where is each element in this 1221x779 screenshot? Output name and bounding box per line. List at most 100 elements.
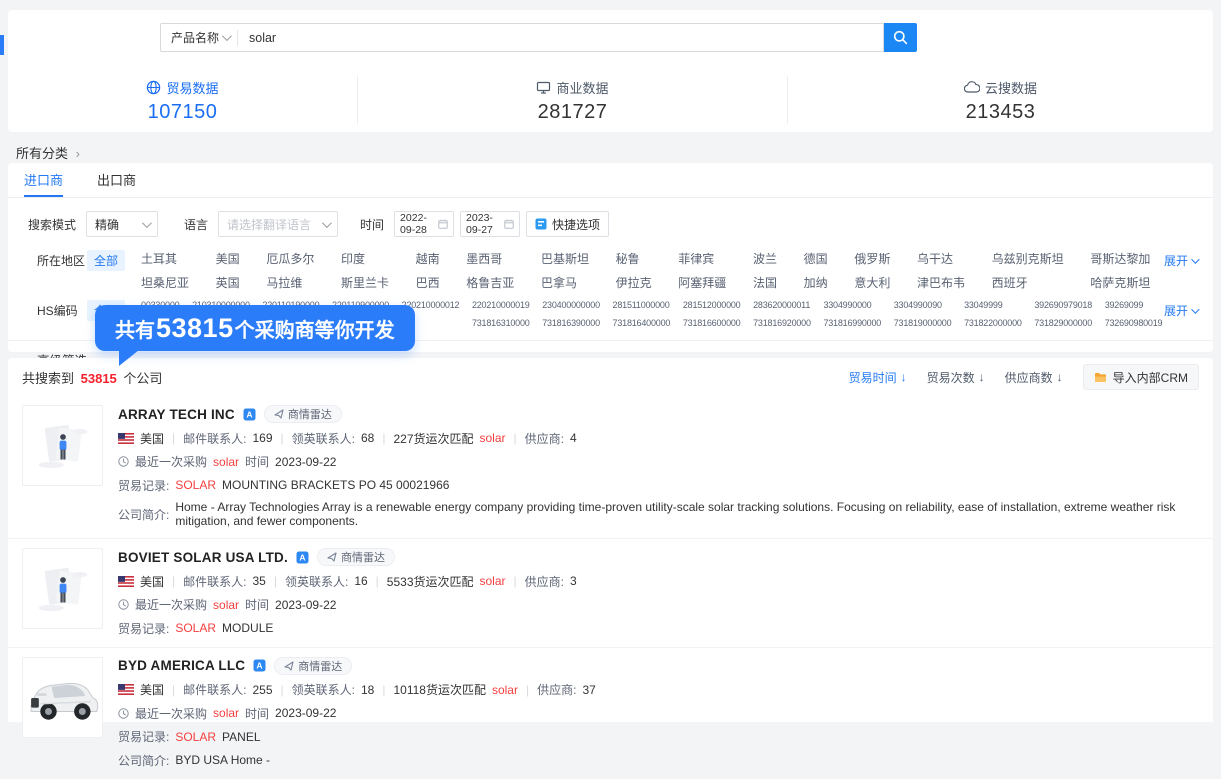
search-stats-panel: 产品名称 solar 贸易数据 107150 [8, 10, 1213, 132]
company-name-link[interactable]: BOVIET SOLAR USA LTD. [118, 550, 288, 565]
linkedin-contacts-value: 16 [354, 574, 367, 588]
search-input[interactable]: solar [238, 31, 276, 45]
region-all-chip[interactable]: 全部 [87, 250, 125, 271]
search-icon [893, 30, 908, 45]
region-option[interactable]: 巴西 [416, 274, 457, 291]
hs-code-option[interactable]: 3304990090 [894, 300, 956, 310]
company-name-link[interactable]: BYD AMERICA LLC [118, 658, 245, 673]
region-option[interactable]: 西班牙 [992, 274, 1081, 291]
search-input-group[interactable]: 产品名称 solar [160, 23, 884, 52]
search-mode-select[interactable]: 精确 [86, 211, 158, 237]
business-radar-tag[interactable]: 商情雷达 [274, 657, 352, 675]
region-option[interactable]: 德国 [804, 250, 845, 267]
region-option[interactable]: 秘鲁 [616, 250, 669, 267]
hs-code-option[interactable]: 731816600000 [683, 318, 745, 328]
hs-code-option[interactable]: 39269099 [1105, 300, 1167, 310]
region-option[interactable]: 巴拿马 [541, 274, 606, 291]
search-button[interactable] [884, 23, 917, 52]
company-thumbnail[interactable] [22, 548, 103, 629]
region-option[interactable]: 法国 [753, 274, 794, 291]
stat-cloud-search-data[interactable]: 云搜数据 213453 [788, 76, 1213, 124]
hs-code-option[interactable]: 220210000019 [472, 300, 534, 310]
clock-icon [118, 708, 129, 719]
company-intro-label: 公司简介: [118, 752, 169, 769]
hs-expand-link[interactable]: 展开 [1164, 302, 1197, 319]
sort-item[interactable]: 贸易时间↓ [849, 369, 907, 386]
quick-options-button[interactable]: 快捷选项 [526, 211, 609, 237]
region-option[interactable]: 马拉维 [266, 274, 331, 291]
hs-code-option[interactable]: 732690980019 [1105, 318, 1167, 328]
company-thumbnail[interactable] [22, 405, 103, 486]
hs-code-option[interactable]: 281512000000 [683, 300, 745, 310]
hs-code-option[interactable]: 731822000000 [964, 318, 1026, 328]
hs-code-option[interactable]: 3304990000 [823, 300, 885, 310]
last-purchase-line: 最近一次采购 solar 时间 2023-09-22 [118, 453, 1199, 470]
company-thumbnail[interactable] [22, 657, 103, 738]
stat-business-data[interactable]: 商业数据 281727 [358, 76, 788, 124]
hs-code-option[interactable]: 731816400000 [613, 318, 675, 328]
hs-code-option[interactable]: 33049999 [964, 300, 1026, 310]
linkedin-contacts-value: 68 [361, 431, 374, 445]
region-option[interactable]: 厄瓜多尔 [266, 250, 331, 267]
region-option[interactable]: 阿塞拜疆 [678, 274, 743, 291]
stat-trade-data[interactable]: 贸易数据 107150 [8, 76, 358, 124]
search-category-dropdown[interactable]: 产品名称 [161, 29, 237, 46]
hs-code-option[interactable]: 281511000000 [613, 300, 675, 310]
hs-code-option[interactable]: 283620000011 [753, 300, 815, 310]
translate-icon[interactable]: A [243, 408, 256, 421]
sort-item[interactable]: 贸易次数↓ [927, 369, 985, 386]
breadcrumb[interactable]: 所有分类 › [16, 143, 80, 162]
business-radar-tag[interactable]: 商情雷达 [264, 405, 342, 423]
translate-icon[interactable]: A [253, 659, 266, 672]
hs-code-option[interactable]: 392690979018 [1034, 300, 1096, 310]
region-option[interactable]: 伊拉克 [616, 274, 669, 291]
grid-options-icon [535, 218, 547, 230]
region-option[interactable]: 越南 [416, 250, 457, 267]
region-option[interactable]: 英国 [216, 274, 257, 291]
region-option[interactable]: 乌兹别克斯坦 [992, 250, 1081, 267]
svg-text:A: A [299, 552, 305, 562]
us-flag-icon [118, 433, 134, 444]
business-radar-tag[interactable]: 商情雷达 [317, 548, 395, 566]
region-option[interactable]: 印度 [341, 250, 406, 267]
region-option[interactable]: 俄罗斯 [854, 250, 907, 267]
hs-code-option[interactable]: 731819000000 [894, 318, 956, 328]
summary-count: 53815 [81, 371, 117, 386]
region-option[interactable]: 斯里兰卡 [341, 274, 406, 291]
region-expand-link[interactable]: 展开 [1164, 252, 1197, 269]
region-option[interactable]: 巴基斯坦 [541, 250, 606, 267]
region-option[interactable]: 波兰 [753, 250, 794, 267]
svg-text:A: A [257, 661, 263, 671]
last-purchase-date: 2023-09-22 [275, 598, 336, 612]
us-flag-icon [118, 684, 134, 695]
hs-code-option[interactable]: 230400000000 [542, 300, 604, 310]
language-select[interactable]: 请选择翻译语言 [218, 211, 338, 237]
sort-item[interactable]: 供应商数↓ [1005, 369, 1063, 386]
tab-importers[interactable]: 进口商 [24, 163, 63, 197]
region-option[interactable]: 土耳其 [141, 250, 206, 267]
date-to-input[interactable]: 2023-09-27 [460, 211, 520, 237]
date-from-input[interactable]: 2022-09-28 [394, 211, 454, 237]
email-contacts-value: 169 [252, 431, 272, 445]
chevron-down-icon [142, 218, 152, 228]
tab-exporters[interactable]: 出口商 [97, 163, 136, 197]
region-option[interactable]: 墨西哥 [466, 250, 531, 267]
hs-code-option[interactable]: 731829000000 [1034, 318, 1096, 328]
region-option[interactable]: 意大利 [854, 274, 907, 291]
region-option[interactable]: 乌干达 [917, 250, 982, 267]
hs-code-option[interactable]: 731816390000 [542, 318, 604, 328]
import-crm-button[interactable]: 导入内部CRM [1083, 364, 1199, 390]
company-name-link[interactable]: ARRAY TECH INC [118, 407, 235, 422]
translate-icon[interactable]: A [296, 551, 309, 564]
region-option[interactable]: 美国 [216, 250, 257, 267]
region-option[interactable]: 坦桑尼亚 [141, 274, 206, 291]
region-option[interactable]: 哥斯达黎加 [1090, 250, 1167, 267]
region-option[interactable]: 加纳 [804, 274, 845, 291]
region-option[interactable]: 菲律宾 [678, 250, 743, 267]
region-option[interactable]: 格鲁吉亚 [466, 274, 531, 291]
hs-code-option[interactable]: 731816990000 [823, 318, 885, 328]
hs-code-option[interactable]: 731816920000 [753, 318, 815, 328]
hs-code-option[interactable]: 731816310000 [472, 318, 534, 328]
region-option[interactable]: 哈萨克斯坦 [1090, 274, 1167, 291]
region-option[interactable]: 津巴布韦 [917, 274, 982, 291]
